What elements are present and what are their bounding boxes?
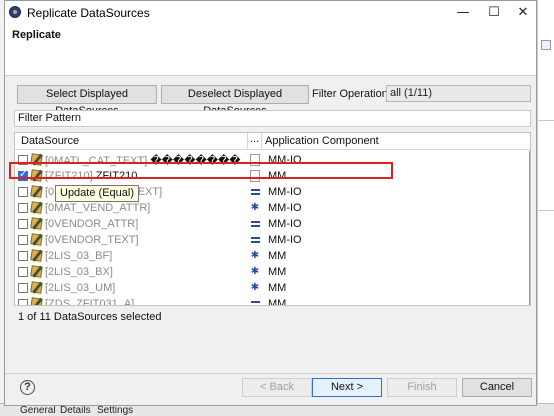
help-icon[interactable]: ? xyxy=(20,380,35,395)
row-checkbox[interactable] xyxy=(18,235,28,245)
datasource-icon xyxy=(30,233,43,246)
table-row[interactable]: [2LIS_03_BX] ✱ MM xyxy=(15,264,525,280)
column-app-component[interactable]: Application Component xyxy=(265,135,379,147)
deselect-displayed-button[interactable]: Deselect Displayed DataSources xyxy=(161,85,309,117)
datasource-name: [2LIS_03_BX] xyxy=(45,266,113,278)
cancel-button[interactable]: Cancel xyxy=(462,378,532,397)
application-component: MM-IO xyxy=(268,202,302,214)
datasource-name: [0VENDOR_ATTR] xyxy=(45,218,139,230)
background-panel-icon xyxy=(541,40,551,50)
filter-operation-select[interactable]: all (1/11) xyxy=(386,85,531,102)
datasource-name: [2LIS_03_UM] xyxy=(45,282,116,294)
datasource-icon xyxy=(30,265,43,278)
equal-icon xyxy=(250,218,260,230)
filter-pattern-label[interactable]: Filter Pattern xyxy=(14,110,531,127)
row-checkbox[interactable] xyxy=(18,299,28,305)
datasource-icon xyxy=(30,297,43,305)
application-component: MM-IO xyxy=(268,218,302,230)
datasource-icon xyxy=(30,201,43,214)
datasource-icon xyxy=(30,217,43,230)
highlight-box xyxy=(9,162,393,179)
datasource-icon xyxy=(30,185,43,198)
datasource-table: DataSource ... Application Component [0M… xyxy=(14,132,531,306)
column-datasource[interactable]: DataSource xyxy=(21,135,79,147)
application-component: MM xyxy=(268,282,287,294)
row-checkbox[interactable] xyxy=(18,187,28,197)
wizard-header: Replicate xyxy=(5,24,536,76)
divider xyxy=(538,210,554,211)
maximize-icon[interactable]: ☐ xyxy=(479,1,509,24)
minimize-icon[interactable]: — xyxy=(448,1,478,24)
table-row[interactable]: [0VENDOR_ATTR] MM-IO xyxy=(15,216,525,232)
background-right-panel xyxy=(537,0,554,416)
title-bar: Replicate DataSources — ☐ ✕ xyxy=(5,1,536,24)
row-checkbox[interactable] xyxy=(18,267,28,277)
row-checkbox[interactable] xyxy=(18,251,28,261)
vertical-scrollbar[interactable] xyxy=(529,151,530,305)
tab-general[interactable]: General xyxy=(20,405,56,416)
finish-button[interactable]: Finish xyxy=(387,378,457,397)
page-title: Replicate xyxy=(12,29,61,41)
footer-divider xyxy=(5,373,536,374)
application-component: MM xyxy=(268,298,287,306)
datasource-name: [0MAT_VEND_ATTR] xyxy=(45,202,151,214)
table-row[interactable]: [ZDS_ZFIT031_A] MM xyxy=(15,296,525,306)
application-component: MM xyxy=(268,250,287,262)
tab-settings[interactable]: Settings xyxy=(97,405,133,416)
row-checkbox[interactable] xyxy=(18,219,28,229)
selection-status: 1 of 11 DataSources selected xyxy=(18,311,162,323)
table-row[interactable]: [0VENDOR_TEXT] MM-IO xyxy=(15,232,525,248)
table-header: DataSource ... Application Component xyxy=(15,133,530,150)
back-button[interactable]: < Back xyxy=(242,378,312,397)
datasource-name: [ZDS_ZFIT031_A] xyxy=(45,298,135,306)
asterisk-icon: ✱ xyxy=(250,202,260,213)
close-icon[interactable]: ✕ xyxy=(508,1,538,24)
datasource-icon xyxy=(30,249,43,262)
equal-icon xyxy=(250,186,260,198)
table-row[interactable]: [2LIS_03_BF] ✱ MM xyxy=(15,248,525,264)
column-dots[interactable]: ... xyxy=(250,133,259,145)
asterisk-icon: ✱ xyxy=(250,250,260,261)
tooltip: Update (Equal) xyxy=(55,185,139,202)
table-row[interactable]: [0MAT_VEND_ATTR] ✱ MM-IO xyxy=(15,200,525,216)
select-displayed-button[interactable]: Select Displayed DataSources xyxy=(17,85,157,117)
filter-operation-label: Filter Operation xyxy=(312,88,388,100)
row-checkbox[interactable] xyxy=(18,283,28,293)
wizard-content: Select Displayed DataSources Deselect Di… xyxy=(5,77,536,373)
window-title: Replicate DataSources xyxy=(27,6,150,20)
row-checkbox[interactable] xyxy=(18,203,28,213)
datasource-name: [2LIS_03_BF] xyxy=(45,250,113,262)
datasource-icon xyxy=(30,281,43,294)
eclipse-icon xyxy=(9,6,21,18)
equal-icon xyxy=(250,298,260,305)
column-separator xyxy=(261,133,262,150)
asterisk-icon: ✱ xyxy=(250,282,260,293)
next-button[interactable]: Next > xyxy=(312,378,382,397)
datasource-name: [0VENDOR_TEXT] xyxy=(45,234,139,246)
divider xyxy=(538,120,554,121)
tab-details[interactable]: Details xyxy=(60,405,91,416)
application-component: MM xyxy=(268,266,287,278)
column-separator xyxy=(247,133,248,150)
table-row[interactable]: [2LIS_03_UM] ✱ MM xyxy=(15,280,525,296)
replicate-dialog: Replicate DataSources — ☐ ✕ Replicate Se… xyxy=(4,0,537,406)
application-component: MM-IO xyxy=(268,186,302,198)
equal-icon xyxy=(250,234,260,246)
application-component: MM-IO xyxy=(268,234,302,246)
asterisk-icon: ✱ xyxy=(250,266,260,277)
